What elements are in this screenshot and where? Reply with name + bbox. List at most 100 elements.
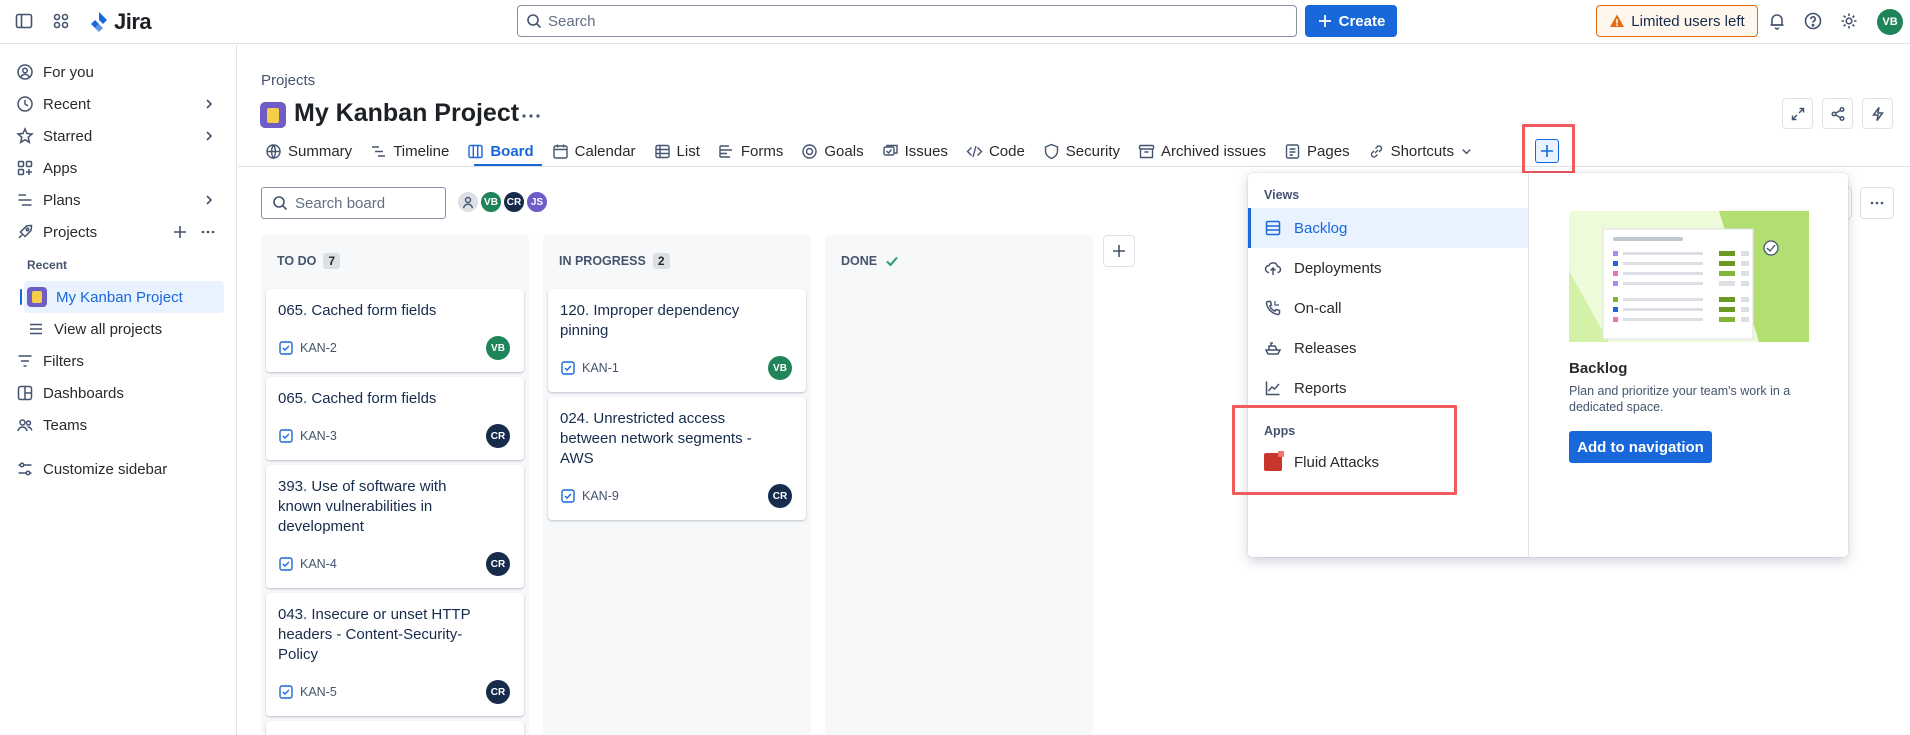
limited-users-button[interactable]: Limited users left	[1596, 5, 1758, 37]
card-title: 065. Cached form fields	[278, 390, 437, 407]
add-project-icon[interactable]	[172, 224, 188, 240]
sidebar: For you Recent Starred Apps Plans Projec…	[0, 45, 237, 735]
add-column-button[interactable]	[1103, 235, 1135, 267]
automation-button[interactable]	[1862, 98, 1893, 129]
backlog-icon	[1264, 219, 1282, 237]
issue-card[interactable]: 393. Use of software with known vulnerab…	[266, 465, 524, 588]
tab-shortcuts[interactable]: Shortcuts	[1368, 138, 1473, 164]
tab-archived-issues[interactable]: Archived issues	[1138, 138, 1266, 164]
sidebar-item-starred[interactable]: Starred	[16, 121, 224, 151]
tab-list[interactable]: List	[654, 138, 700, 164]
issue-card[interactable]: 024. Unrestricted access between network…	[548, 397, 806, 520]
issue-card[interactable]	[266, 721, 524, 735]
menu-item-label: Backlog	[1294, 219, 1348, 237]
sidebar-item-label: For you	[43, 63, 94, 81]
column-in-progress: IN PROGRESS 2 120. Improper dependency p…	[543, 235, 811, 735]
more-actions-icon[interactable]	[520, 105, 542, 127]
chevron-right-icon[interactable]	[202, 129, 216, 143]
sidebar-item-view-all-projects[interactable]: View all projects	[27, 314, 235, 344]
assignee-avatar[interactable]: CR	[486, 424, 510, 448]
highlight-box-add-view	[1522, 124, 1575, 174]
warning-icon	[1609, 13, 1625, 29]
check-icon	[884, 253, 900, 269]
tab-security[interactable]: Security	[1043, 138, 1120, 164]
sidebar-item-teams[interactable]: Teams	[16, 410, 224, 440]
tab-board[interactable]: Board	[467, 138, 534, 164]
assignee-avatar[interactable]: CR	[486, 552, 510, 576]
avatar-cr[interactable]: CR	[502, 190, 526, 214]
issues-icon	[882, 143, 899, 160]
menu-item-label: Reports	[1294, 379, 1347, 397]
sidebar-item-projects[interactable]: Projects	[16, 217, 224, 247]
issue-card[interactable]: 065. Cached form fields KAN-2 VB	[266, 289, 524, 372]
chevron-down-icon[interactable]	[1460, 145, 1473, 158]
fullscreen-button[interactable]	[1782, 98, 1813, 129]
jira-logo[interactable]: Jira	[88, 9, 152, 35]
sidebar-item-dashboards[interactable]: Dashboards	[16, 378, 224, 408]
sidebar-item-label: Recent	[43, 95, 91, 113]
issue-card[interactable]: 043. Insecure or unset HTTP headers - Co…	[266, 593, 524, 716]
breadcrumb[interactable]: Projects	[261, 72, 315, 89]
menu-item-releases[interactable]: Releases	[1248, 328, 1528, 368]
preview-title: Backlog	[1569, 360, 1628, 377]
bell-icon[interactable]	[1767, 11, 1787, 31]
tab-pages[interactable]: Pages	[1284, 138, 1350, 164]
more-icon[interactable]	[200, 224, 216, 240]
project-avatar-icon	[260, 102, 286, 128]
unassigned-avatar[interactable]	[456, 190, 480, 214]
task-checkbox-icon	[278, 684, 294, 700]
create-label: Create	[1338, 12, 1386, 30]
menu-item-deployments[interactable]: Deployments	[1248, 248, 1528, 288]
menu-item-reports[interactable]: Reports	[1248, 368, 1528, 408]
assignee-avatar[interactable]: CR	[768, 484, 792, 508]
active-item-indicator	[20, 289, 22, 305]
tab-label: Calendar	[574, 142, 636, 160]
menu-item-on-call[interactable]: On-call	[1248, 288, 1528, 328]
tab-issues[interactable]: Issues	[882, 138, 948, 164]
tabs-divider	[238, 166, 1910, 167]
chevron-right-icon[interactable]	[202, 97, 216, 111]
gear-icon[interactable]	[1839, 11, 1859, 31]
issue-count-badge: 2	[652, 253, 670, 269]
tab-code[interactable]: Code	[966, 138, 1025, 164]
global-search-input[interactable]: Search	[517, 5, 1297, 37]
goal-icon	[801, 143, 818, 160]
create-button[interactable]: Create	[1305, 5, 1397, 37]
assignee-avatar[interactable]: VB	[768, 356, 792, 380]
tab-calendar[interactable]: Calendar	[552, 138, 636, 164]
chevron-right-icon[interactable]	[202, 193, 216, 207]
menu-item-backlog[interactable]: Backlog	[1248, 208, 1528, 248]
avatar-vb[interactable]: VB	[479, 190, 503, 214]
card-key: KAN-1	[560, 360, 619, 376]
sidebar-item-customize[interactable]: Customize sidebar	[16, 454, 224, 484]
issue-card[interactable]: 120. Improper dependency pinning KAN-1 V…	[548, 289, 806, 392]
tab-timeline[interactable]: Timeline	[370, 138, 449, 164]
sidebar-item-recent[interactable]: Recent	[16, 89, 224, 119]
issue-card[interactable]: 065. Cached form fields KAN-3 CR	[266, 377, 524, 460]
help-icon[interactable]	[1803, 11, 1823, 31]
sidebar-item-my-kanban-project[interactable]: My Kanban Project	[27, 282, 235, 312]
assignee-avatar[interactable]: VB	[486, 336, 510, 360]
add-to-navigation-button[interactable]: Add to navigation	[1569, 431, 1712, 463]
board-more-button[interactable]	[1860, 187, 1894, 219]
sidebar-item-filters[interactable]: Filters	[16, 346, 224, 376]
share-button[interactable]	[1822, 98, 1853, 129]
tab-label: Archived issues	[1160, 142, 1267, 160]
sidebar-item-plans[interactable]: Plans	[16, 185, 224, 215]
card-key: KAN-4	[278, 556, 337, 572]
tab-goals[interactable]: Goals	[801, 138, 864, 164]
column-header: TO DO 7	[277, 253, 341, 269]
share-icon	[1830, 106, 1846, 122]
sidebar-toggle-icon[interactable]	[14, 11, 34, 31]
search-board-input[interactable]: Search board	[261, 187, 446, 219]
app-switcher-icon[interactable]	[51, 11, 71, 31]
tab-label: Board	[490, 142, 534, 160]
sidebar-item-for-you[interactable]: For you	[16, 57, 224, 87]
avatar-js[interactable]: JS	[525, 190, 549, 214]
tab-summary[interactable]: Summary	[265, 138, 352, 164]
tab-forms[interactable]: Forms	[718, 138, 783, 164]
assignee-avatar[interactable]: CR	[486, 680, 510, 704]
user-avatar[interactable]: VB	[1877, 9, 1903, 35]
sidebar-item-apps[interactable]: Apps	[16, 153, 224, 183]
sidebar-item-label: View all projects	[54, 320, 163, 338]
